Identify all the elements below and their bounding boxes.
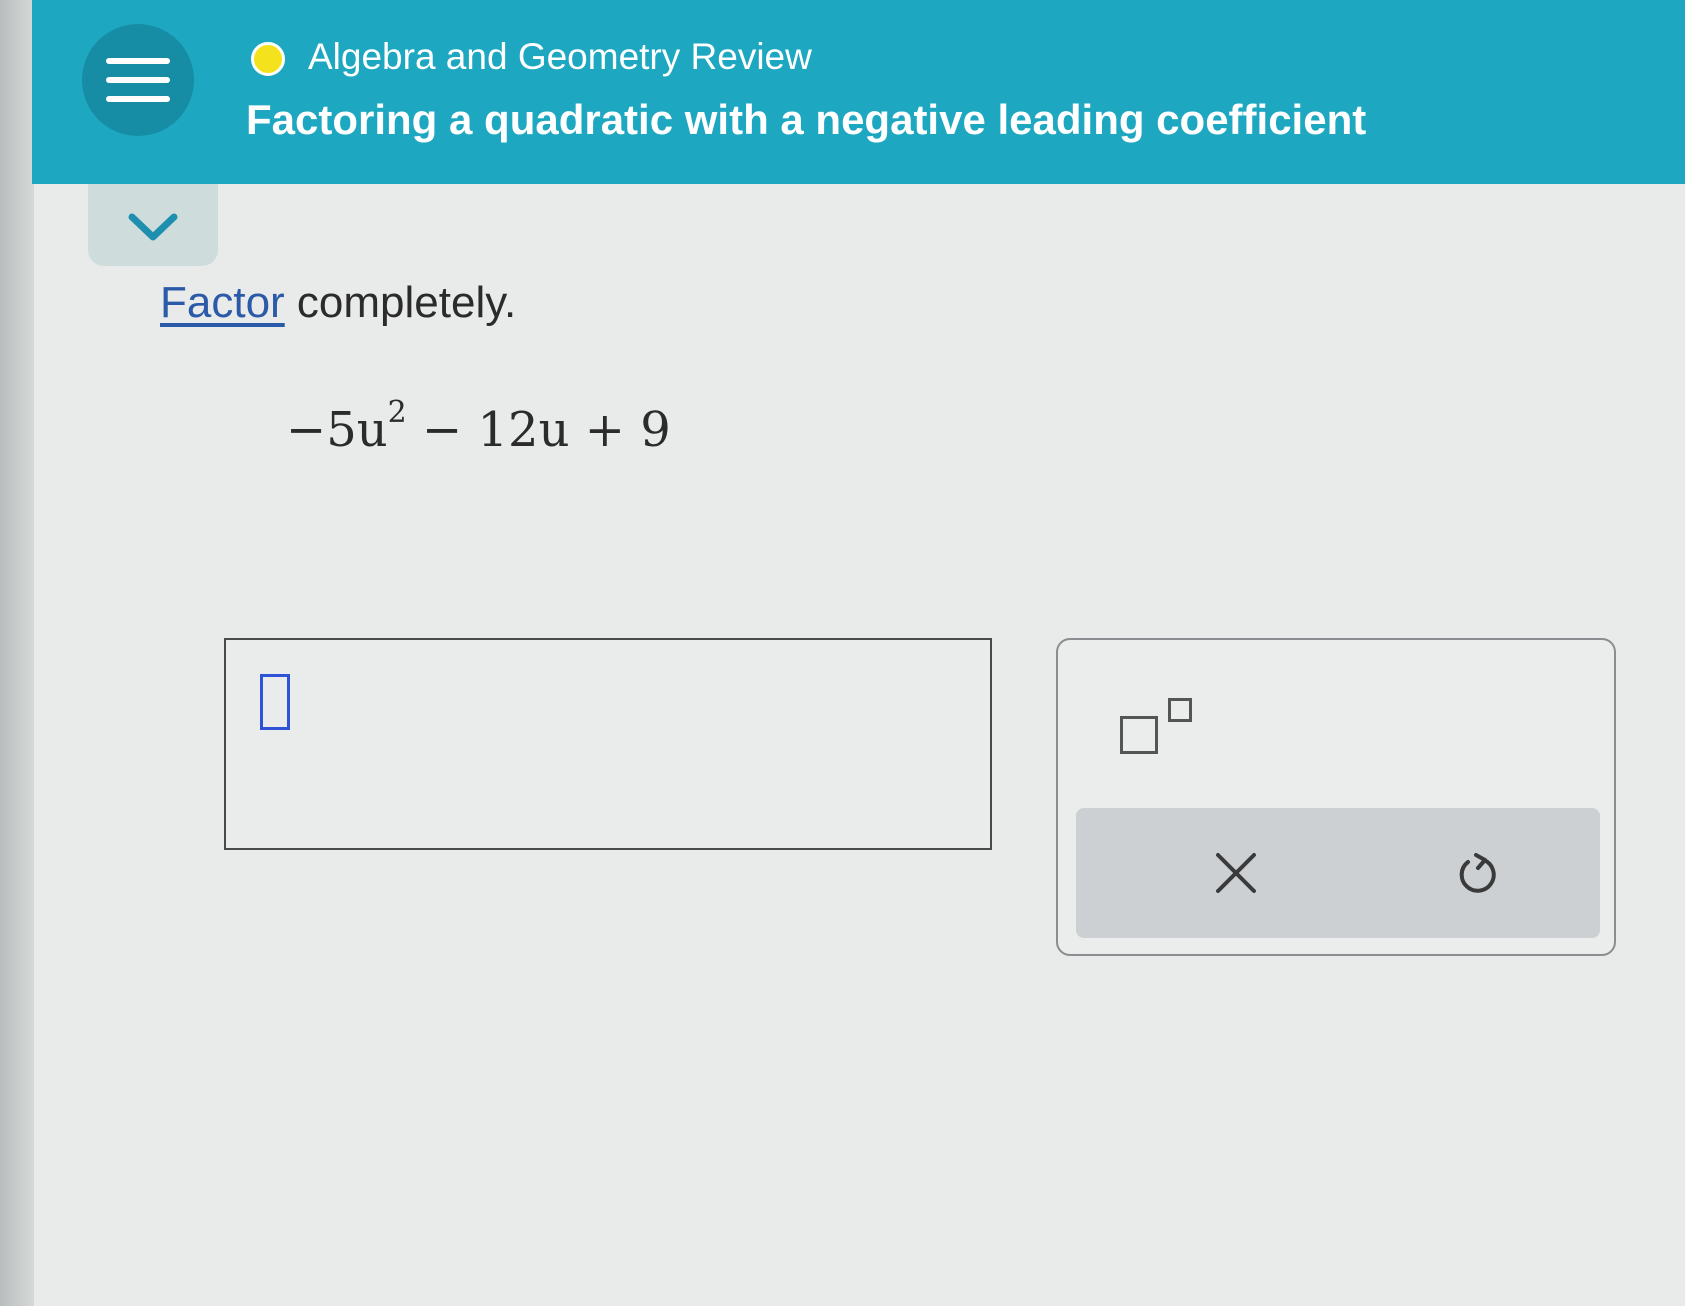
collapse-toggle-button[interactable]: [88, 184, 218, 266]
superscript-template-icon: [1120, 716, 1158, 754]
empty-input-slot[interactable]: [260, 674, 290, 730]
x-icon: [1216, 853, 1256, 893]
undo-button[interactable]: [1406, 808, 1546, 938]
status-dot-icon: [251, 42, 285, 76]
undo-icon: [1459, 853, 1496, 893]
hamburger-menu-icon: [106, 96, 170, 102]
exponent-button[interactable]: [1114, 688, 1204, 764]
chevron-down-icon: [128, 213, 178, 241]
keypad-action-row: [1076, 808, 1600, 938]
header-banner: [32, 0, 1685, 184]
prompt-text: completely.: [284, 278, 517, 327]
clear-button[interactable]: [1166, 808, 1306, 938]
quadratic-expression: −5u2 − 12u + 9: [286, 395, 671, 458]
factor-definition-link[interactable]: Factor: [160, 278, 285, 327]
course-title: Algebra and Geometry Review: [308, 36, 812, 77]
problem-prompt: Factor completely.: [160, 278, 516, 328]
answer-input[interactable]: [224, 638, 992, 850]
screen-left-edge: [0, 0, 34, 1306]
lesson-title: Factoring a quadratic with a negative le…: [246, 96, 1367, 143]
hamburger-menu-icon: [106, 58, 170, 64]
superscript-template-icon: [1168, 698, 1192, 722]
expression-lead: −5u: [286, 402, 388, 458]
expression-rest: − 12u + 9: [406, 402, 671, 458]
menu-button[interactable]: [82, 24, 194, 136]
hamburger-menu-icon: [106, 77, 170, 83]
math-keypad: [1056, 638, 1616, 956]
expression-exponent: 2: [387, 395, 407, 430]
